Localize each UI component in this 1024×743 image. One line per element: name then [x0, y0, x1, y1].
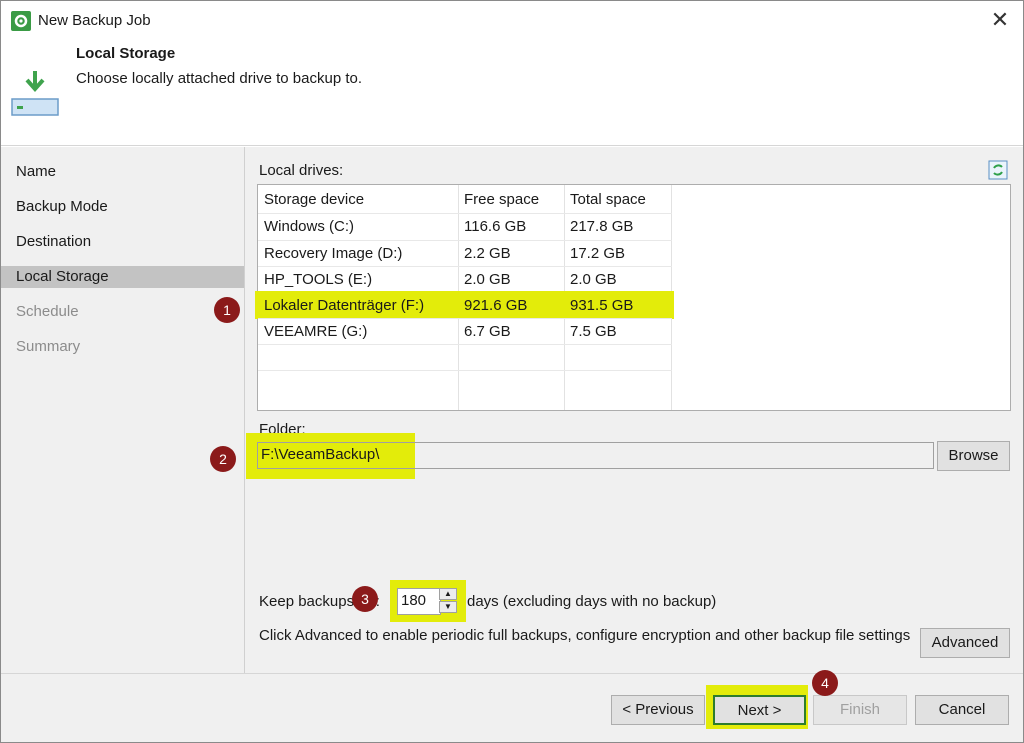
table-row[interactable]: Recovery Image (D:) 2.2 GB 17.2 GB [258, 241, 1010, 267]
row-divider [258, 370, 672, 371]
gear-icon [11, 11, 31, 31]
sidebar-item-backup-mode[interactable]: Backup Mode [1, 196, 244, 218]
retention-days-input[interactable]: 180 [397, 588, 441, 615]
page-title: Local Storage [76, 45, 176, 62]
advanced-hint-text: Click Advanced to enable periodic full b… [259, 627, 911, 644]
finish-button: Finish [813, 695, 907, 725]
table-row[interactable]: VEEAMRE (G:) 6.7 GB 7.5 GB [258, 319, 1010, 345]
sidebar-item-name[interactable]: Name [1, 161, 244, 183]
close-icon[interactable]: ✕ [988, 8, 1012, 32]
cell-free-space: 2.2 GB [464, 245, 511, 262]
advanced-button[interactable]: Advanced [920, 628, 1010, 658]
cell-total-space: 2.0 GB [570, 271, 617, 288]
step-badge-4: 4 [812, 670, 838, 696]
table-row[interactable]: Windows (C:) 116.6 GB 217.8 GB [258, 214, 1010, 240]
table-header-row: Storage device Free space Total space [258, 187, 1010, 213]
row-divider [258, 344, 672, 345]
retention-suffix: days (excluding days with no backup) [467, 593, 717, 610]
cell-device: VEEAMRE (G:) [264, 323, 368, 340]
step-badge-3: 3 [352, 586, 378, 612]
cell-total-space: 931.5 GB [570, 297, 634, 314]
next-button[interactable]: Next > [713, 695, 806, 725]
column-header-total-space[interactable]: Total space [564, 187, 646, 213]
title-bar [1, 1, 1023, 41]
stepper-up-icon[interactable]: ▲ [439, 588, 457, 600]
cell-device: Lokaler Datenträger (F:) [264, 297, 425, 314]
column-header-free-space[interactable]: Free space [458, 187, 539, 213]
browse-button[interactable]: Browse [937, 441, 1010, 471]
drives-table: Storage device Free space Total space Wi… [255, 184, 1011, 411]
previous-button[interactable]: < Previous [611, 695, 705, 725]
table-row[interactable]: HP_TOOLS (E:) 2.0 GB 2.0 GB [258, 267, 1010, 293]
step-badge-1: 1 [214, 297, 240, 323]
sidebar-item-schedule: Schedule [16, 303, 79, 320]
sidebar-item-summary: Summary [16, 338, 81, 355]
cell-free-space: 6.7 GB [464, 323, 511, 340]
column-header-storage-device[interactable]: Storage device [258, 187, 364, 213]
cancel-button[interactable]: Cancel [915, 695, 1009, 725]
table-row-selected[interactable]: Lokaler Datenträger (F:) 921.6 GB 931.5 … [258, 293, 1010, 319]
download-drive-icon [11, 69, 61, 119]
page-header: Local Storage Choose locally attached dr… [1, 41, 1023, 146]
cell-device: HP_TOOLS (E:) [264, 271, 373, 288]
sidebar-item-local-storage[interactable]: Local Storage [1, 266, 244, 288]
folder-path-value: F:\VeeamBackup\ [261, 446, 380, 463]
local-drives-label: Local drives: [259, 162, 344, 179]
step-badge-2: 2 [210, 446, 236, 472]
stepper-down-icon[interactable]: ▼ [439, 601, 457, 613]
cell-total-space: 7.5 GB [570, 323, 617, 340]
cell-free-space: 116.6 GB [464, 218, 527, 235]
page-subtitle: Choose locally attached drive to backup … [76, 70, 363, 87]
cell-total-space: 17.2 GB [570, 245, 626, 262]
wizard-steps-sidebar: Name Backup Mode Destination Local Stora… [1, 147, 244, 673]
refresh-icon[interactable] [988, 160, 1008, 180]
retention-stepper[interactable]: ▲ ▼ [439, 588, 457, 614]
folder-path-input[interactable]: F:\VeeamBackup\ [257, 442, 934, 469]
cell-total-space: 217.8 GB [570, 218, 634, 235]
cell-free-space: 2.0 GB [464, 271, 511, 288]
cell-device: Windows (C:) [264, 218, 355, 235]
window-title: New Backup Job [38, 12, 151, 29]
cell-device: Recovery Image (D:) [264, 245, 403, 262]
cell-free-space: 921.6 GB [464, 297, 528, 314]
sidebar-item-destination[interactable]: Destination [1, 231, 244, 253]
